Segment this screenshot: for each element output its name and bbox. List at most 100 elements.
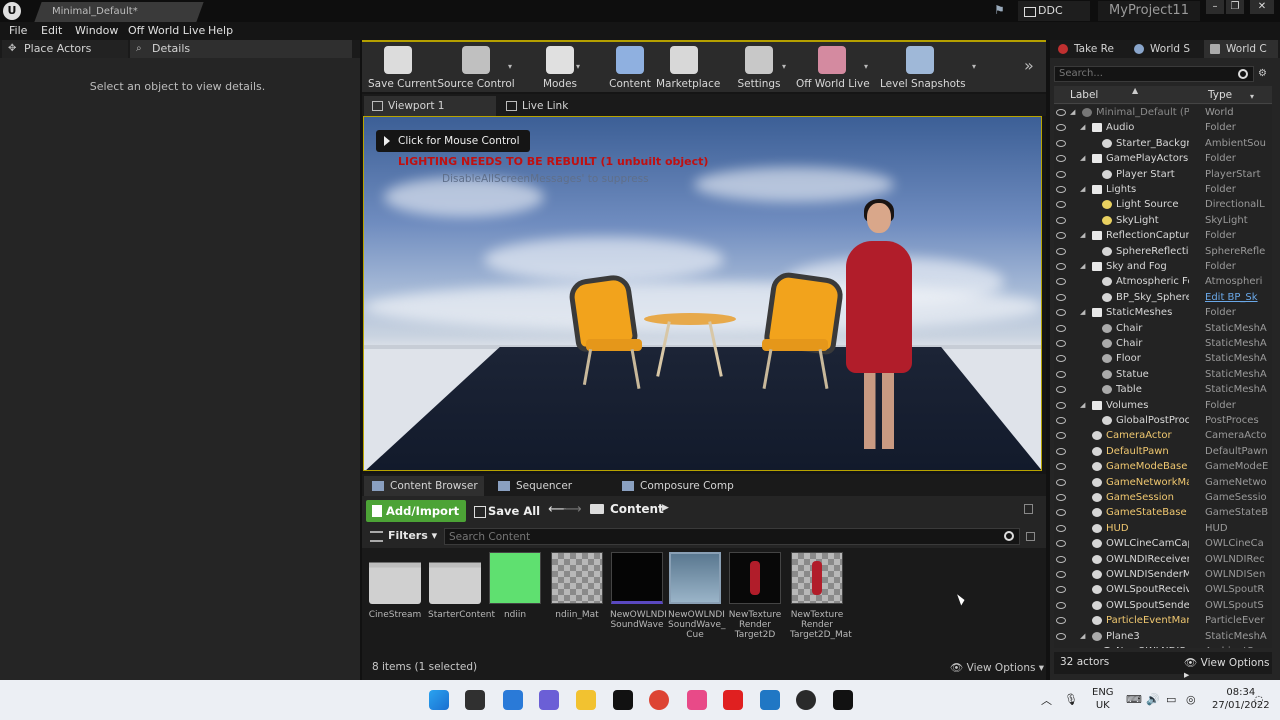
obs-icon[interactable] [796,690,816,710]
minimize-button[interactable]: – [1206,0,1224,14]
tray-overflow-icon[interactable]: ︿ [1041,692,1052,708]
app-icon[interactable] [687,690,707,710]
lock-icon[interactable] [1024,504,1033,514]
outliner-row[interactable]: ◢ GamePlayActors Folder [1054,151,1272,166]
outliner-row[interactable]: CameraActor CameraActo [1054,428,1272,443]
outliner-row[interactable]: OWLSpoutSenderMa OWLSpoutS [1054,598,1272,613]
menu-help[interactable]: Help [208,24,233,37]
outliner-row[interactable]: SkyLight SkyLight [1054,213,1272,228]
outliner-row[interactable]: GameStateBase GameStateB [1054,505,1272,520]
view-options-button[interactable]: 👁 View Options ▾ [950,661,1044,674]
toolbar-overflow-icon[interactable]: » [1024,56,1034,75]
off-world-live-button[interactable]: Off World Live [796,44,870,90]
outliner-row[interactable]: Atmospheric Fog Atmospheri [1054,274,1272,289]
outliner-row[interactable]: ParticleEventManage ParticleEver [1054,613,1272,628]
battery-icon[interactable]: ▭ [1166,693,1180,706]
outliner-row[interactable]: ◢ Lights Folder [1054,182,1272,197]
off-world-live-dropdown-icon[interactable]: ▾ [864,62,868,71]
expand-arrow-icon[interactable]: ◢ [1080,182,1085,197]
visibility-eye-icon[interactable] [1056,201,1066,209]
visibility-eye-icon[interactable] [1056,355,1066,363]
breadcrumb-content[interactable]: Content [610,502,664,516]
tab-world-outliner[interactable]: World C [1204,40,1278,58]
save-search-icon[interactable] [1026,532,1035,541]
notifications-icon[interactable]: ◌ [1254,693,1268,706]
language-indicator[interactable]: ENG UK [1092,686,1114,712]
visibility-eye-icon[interactable] [1056,401,1066,409]
outliner-row[interactable]: NewOWLNDISoundW AmbientSou [1054,644,1272,648]
widgets-icon[interactable] [503,690,523,710]
level-document-tab[interactable]: Minimal_Default* [34,2,204,22]
expand-arrow-icon[interactable]: ◢ [1080,259,1085,274]
visibility-eye-icon[interactable] [1056,109,1066,116]
outliner-row[interactable]: ◢ Minimal_Default (Play In World [1054,105,1272,120]
filters-button[interactable]: Filters ▾ [388,529,437,542]
windows-start-icon[interactable] [429,690,449,710]
visibility-eye-icon[interactable] [1056,571,1066,578]
unreal-icon[interactable] [833,690,853,710]
menu-off-world-live[interactable]: Off World Live [128,24,205,37]
outliner-row[interactable]: GlobalPostProcess PostProces [1054,413,1272,428]
outliner-view-options-button[interactable]: 👁 View Options ▸ [1184,656,1272,681]
visibility-eye-icon[interactable] [1056,509,1066,517]
volume-icon[interactable]: 🔊 [1146,693,1160,706]
tab-live-link[interactable]: Live Link [498,96,628,116]
outliner-row[interactable]: GameNetworkManag GameNetwo [1054,475,1272,490]
outliner-row[interactable]: OWLNDIReceiverMar OWLNDIRec [1054,552,1272,567]
expand-arrow-icon[interactable]: ◢ [1080,629,1085,644]
visibility-eye-icon[interactable] [1056,463,1066,471]
outliner-row[interactable]: Player Start PlayerStart [1054,167,1272,182]
visibility-eye-icon[interactable] [1056,417,1066,424]
visibility-eye-icon[interactable] [1056,386,1066,394]
outliner-row[interactable]: Starter_Background AmbientSou [1054,136,1272,151]
outliner-row[interactable]: BP_Sky_Sphere Edit BP_Sk [1054,290,1272,305]
column-dropdown-icon[interactable]: ▾ [1250,92,1254,101]
column-type[interactable]: Type [1208,89,1232,101]
outliner-row[interactable]: DefaultPawn DefaultPawn [1054,444,1272,459]
expand-arrow-icon[interactable]: ◢ [1080,228,1085,243]
expand-arrow-icon[interactable]: ◢ [1080,398,1085,413]
source-control-dropdown-icon[interactable]: ▾ [508,62,512,71]
visibility-eye-icon[interactable] [1056,293,1066,301]
modes-dropdown-icon[interactable]: ▾ [576,62,580,71]
visibility-eye-icon[interactable] [1056,478,1066,486]
outliner-row[interactable]: ◢ StaticMeshes Folder [1054,305,1272,320]
settings-button[interactable]: Settings [734,44,784,90]
visibility-eye-icon[interactable] [1056,524,1066,532]
content-button[interactable]: Content [608,44,652,90]
visibility-eye-icon[interactable] [1056,247,1066,255]
outliner-row[interactable]: OWLNDISenderMana OWLNDISen [1054,567,1272,582]
asset-tile[interactable]: CineStream [368,552,422,620]
tab-content-browser[interactable]: Content Browser [364,476,484,496]
outliner-row[interactable]: Chair StaticMeshA [1054,321,1272,336]
breadcrumb-caret-icon[interactable]: ▶ [662,503,669,513]
column-label[interactable]: Label [1070,89,1098,101]
visibility-eye-icon[interactable] [1056,216,1066,224]
chrome-icon[interactable] [649,690,669,710]
save-all-button[interactable]: Save All [472,500,540,522]
outliner-row[interactable]: ◢ Sky and Fog Folder [1054,259,1272,274]
marketplace-button[interactable]: Marketplace [656,44,720,90]
save-current-button[interactable]: Save Current [368,44,437,90]
visibility-eye-icon[interactable] [1056,309,1066,317]
tab-world-settings[interactable]: World S [1128,40,1202,58]
outliner-type[interactable]: Edit BP_Sk [1205,290,1271,305]
tab-place-actors[interactable]: ✥ Place Actors [2,40,128,58]
sources-toggle-icon[interactable] [370,531,383,542]
outliner-row[interactable]: Statue StaticMeshA [1054,367,1272,382]
visibility-eye-icon[interactable] [1056,263,1066,270]
outliner-settings-icon[interactable]: ⚙ [1258,68,1270,80]
menu-window[interactable]: Window [75,24,118,37]
outliner-row[interactable]: Table StaticMeshA [1054,382,1272,397]
visibility-eye-icon[interactable] [1056,232,1066,240]
task-view-icon[interactable] [465,690,485,710]
level-snapshots-button[interactable]: Level Snapshots [880,44,966,90]
outliner-row[interactable]: Light Source DirectionalL [1054,197,1272,212]
expand-arrow-icon[interactable]: ◢ [1080,151,1085,166]
asset-tile[interactable]: ndiin_Mat [550,552,604,620]
level-viewport[interactable]: Click for Mouse Control LIGHTING NEEDS T… [363,116,1042,471]
mouse-control-prompt[interactable]: Click for Mouse Control [376,130,530,152]
tab-content-browser-label[interactable]: Content Browser [390,480,478,492]
outliner-row[interactable]: ◢ Plane3 StaticMeshA [1054,629,1272,644]
visibility-eye-icon[interactable] [1056,540,1066,548]
